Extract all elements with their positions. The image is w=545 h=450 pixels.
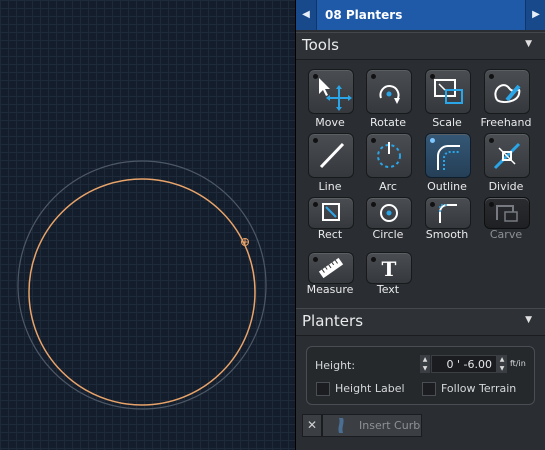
insert-curb-label: Insert Curb	[359, 419, 421, 432]
tool-circle[interactable]: Circle	[354, 197, 412, 257]
carve-icon	[496, 205, 518, 222]
outline-icon	[437, 145, 460, 170]
rect-icon	[322, 203, 340, 221]
arc-button[interactable]	[366, 133, 412, 178]
follow-terrain-checkbox[interactable]	[422, 382, 436, 396]
arc-label: Arc	[379, 180, 397, 193]
planters-section-header[interactable]: Planters ▼	[296, 308, 545, 336]
circle-label: Circle	[372, 228, 404, 241]
freehand-icon	[494, 84, 521, 103]
divide-label: Divide	[488, 180, 524, 193]
collapse-planters-icon[interactable]: ▼	[525, 315, 532, 325]
drawing-canvas[interactable]	[0, 0, 295, 450]
scale-label: Scale	[432, 116, 462, 129]
measure-icon	[318, 257, 344, 279]
line-icon	[319, 142, 345, 169]
rotate-icon	[379, 85, 400, 104]
height-inch-stepper[interactable]: ▲ ▼	[497, 355, 507, 373]
move-button[interactable]	[308, 69, 354, 114]
smooth-button[interactable]	[425, 197, 471, 229]
insert-curb-button[interactable]: Insert Curb	[322, 414, 422, 437]
planter-selected-outline[interactable]	[28, 178, 256, 406]
smooth-label: Smooth	[425, 228, 469, 241]
circle-icon	[380, 204, 398, 222]
line-button[interactable]	[308, 133, 354, 178]
stepper-up-icon[interactable]: ▲	[420, 355, 430, 364]
height-label: Height:	[315, 359, 356, 372]
move-icon	[319, 78, 352, 111]
tools-title: Tools	[302, 36, 339, 54]
tool-measure[interactable]: Measure	[296, 252, 354, 312]
scale-button[interactable]	[425, 69, 471, 114]
tool-outline[interactable]: Outline	[413, 133, 471, 193]
measure-button[interactable]	[308, 252, 354, 284]
curb-icon	[338, 418, 344, 433]
follow-terrain-checkbox-label[interactable]: Follow Terrain	[441, 382, 516, 395]
height-field[interactable]: 0 ' -6.00	[431, 355, 497, 373]
tool-scale[interactable]: Scale	[413, 69, 471, 129]
planters-title: Planters	[302, 312, 364, 330]
smooth-icon	[439, 204, 457, 223]
canvas-drawing[interactable]	[0, 0, 295, 450]
divide-button[interactable]	[484, 133, 530, 178]
outline-button[interactable]	[425, 133, 471, 178]
stepper-down-icon[interactable]: ▼	[420, 364, 430, 373]
height-unit: ft/in	[510, 359, 526, 368]
delete-button[interactable]: ✕	[302, 414, 322, 437]
layer-title: 08 Planters	[325, 8, 403, 22]
circle-button[interactable]	[366, 197, 412, 229]
rect-button[interactable]	[308, 197, 354, 229]
triangle-left-icon: ◀	[302, 9, 310, 20]
stepper-down-icon[interactable]: ▼	[497, 364, 507, 373]
collapse-tools-icon[interactable]: ▼	[525, 39, 532, 49]
previous-layer-button[interactable]: ◀	[296, 0, 317, 30]
divide-icon	[493, 142, 521, 170]
rotate-button[interactable]	[366, 69, 412, 114]
scale-icon	[434, 79, 463, 104]
text-label: Text	[376, 283, 400, 296]
text-icon: T	[382, 257, 397, 281]
side-panel: ◀ 08 Planters ▶ Tools ▼ Move Rotate Scal…	[295, 0, 545, 450]
freehand-label: Freehand	[480, 116, 532, 129]
outline-handle-icon[interactable]	[241, 238, 249, 246]
tool-rotate[interactable]: Rotate	[354, 69, 412, 129]
text-button[interactable]: T	[366, 252, 412, 284]
outline-label: Outline	[427, 180, 467, 193]
arc-icon	[377, 142, 401, 168]
tool-smooth[interactable]: Smooth	[413, 197, 471, 257]
height-label-checkbox-label[interactable]: Height Label	[335, 382, 405, 395]
height-feet-stepper[interactable]: ▲ ▼	[420, 355, 430, 373]
height-label-checkbox[interactable]	[316, 382, 330, 396]
tool-freehand[interactable]: Freehand	[472, 69, 532, 129]
tool-line[interactable]: Line	[296, 133, 354, 193]
tool-carve[interactable]: Carve	[472, 197, 530, 257]
freehand-button[interactable]	[484, 69, 530, 114]
planter-outer-outline[interactable]	[17, 160, 267, 410]
carve-button[interactable]	[484, 197, 530, 229]
tool-move[interactable]: Move	[296, 69, 354, 129]
next-layer-button[interactable]: ▶	[525, 0, 545, 30]
tools-section-header[interactable]: Tools ▼	[296, 32, 545, 60]
carve-label: Carve	[489, 228, 523, 241]
action-bar: ✕ Insert Curb	[296, 412, 545, 438]
tool-text[interactable]: T Text	[354, 252, 412, 312]
triangle-right-icon: ▶	[532, 9, 540, 20]
tool-divide[interactable]: Divide	[472, 133, 530, 193]
tool-arc[interactable]: Arc	[354, 133, 412, 193]
svg-text:T: T	[382, 257, 397, 281]
tool-rect[interactable]: Rect	[296, 197, 354, 257]
planter-settings: Height: ▲ ▼ 0 ' -6.00 ▲ ▼ ft/in Height L…	[306, 346, 535, 405]
rotate-label: Rotate	[369, 116, 406, 129]
stepper-up-icon[interactable]: ▲	[497, 355, 507, 364]
layer-header: ◀ 08 Planters ▶	[296, 0, 545, 30]
